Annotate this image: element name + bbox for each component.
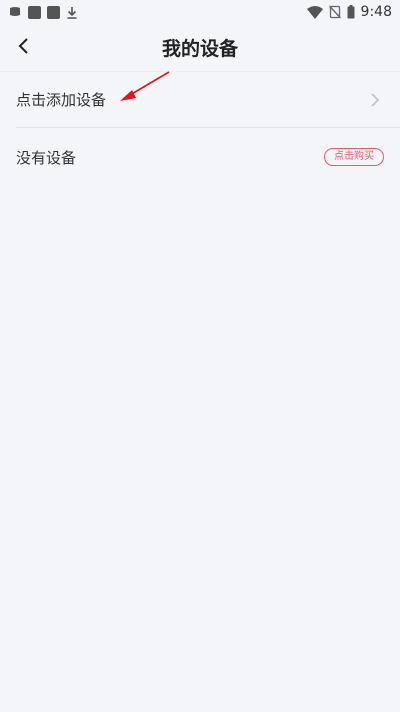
page-title: 我的设备: [161, 37, 238, 60]
download-icon: [67, 6, 77, 19]
buy-button[interactable]: 点击购买: [324, 148, 384, 166]
app-icon: [47, 5, 60, 19]
status-bar: 9:48: [0, 0, 400, 24]
annotation-arrow-icon: [120, 71, 170, 101]
no-device-label: 没有设备: [16, 148, 77, 167]
chevron-right-icon: [370, 92, 384, 107]
status-time: 9:48: [360, 4, 392, 20]
status-left: [8, 5, 78, 19]
wifi-icon: [306, 5, 323, 19]
back-button[interactable]: [10, 32, 38, 60]
no-sim-icon: [328, 5, 341, 19]
navigation-bar: 我的设备: [0, 24, 400, 70]
add-device-row[interactable]: 点击添加设备: [0, 71, 400, 127]
notification-icon: [10, 6, 20, 16]
app-icon: [28, 5, 41, 19]
status-right: 9:48: [306, 4, 392, 20]
add-device-label: 点击添加设备: [16, 91, 107, 109]
battery-icon: [347, 5, 355, 19]
no-device-row: 没有设备 点击购买: [0, 128, 400, 186]
chevron-left-icon: [18, 38, 28, 54]
